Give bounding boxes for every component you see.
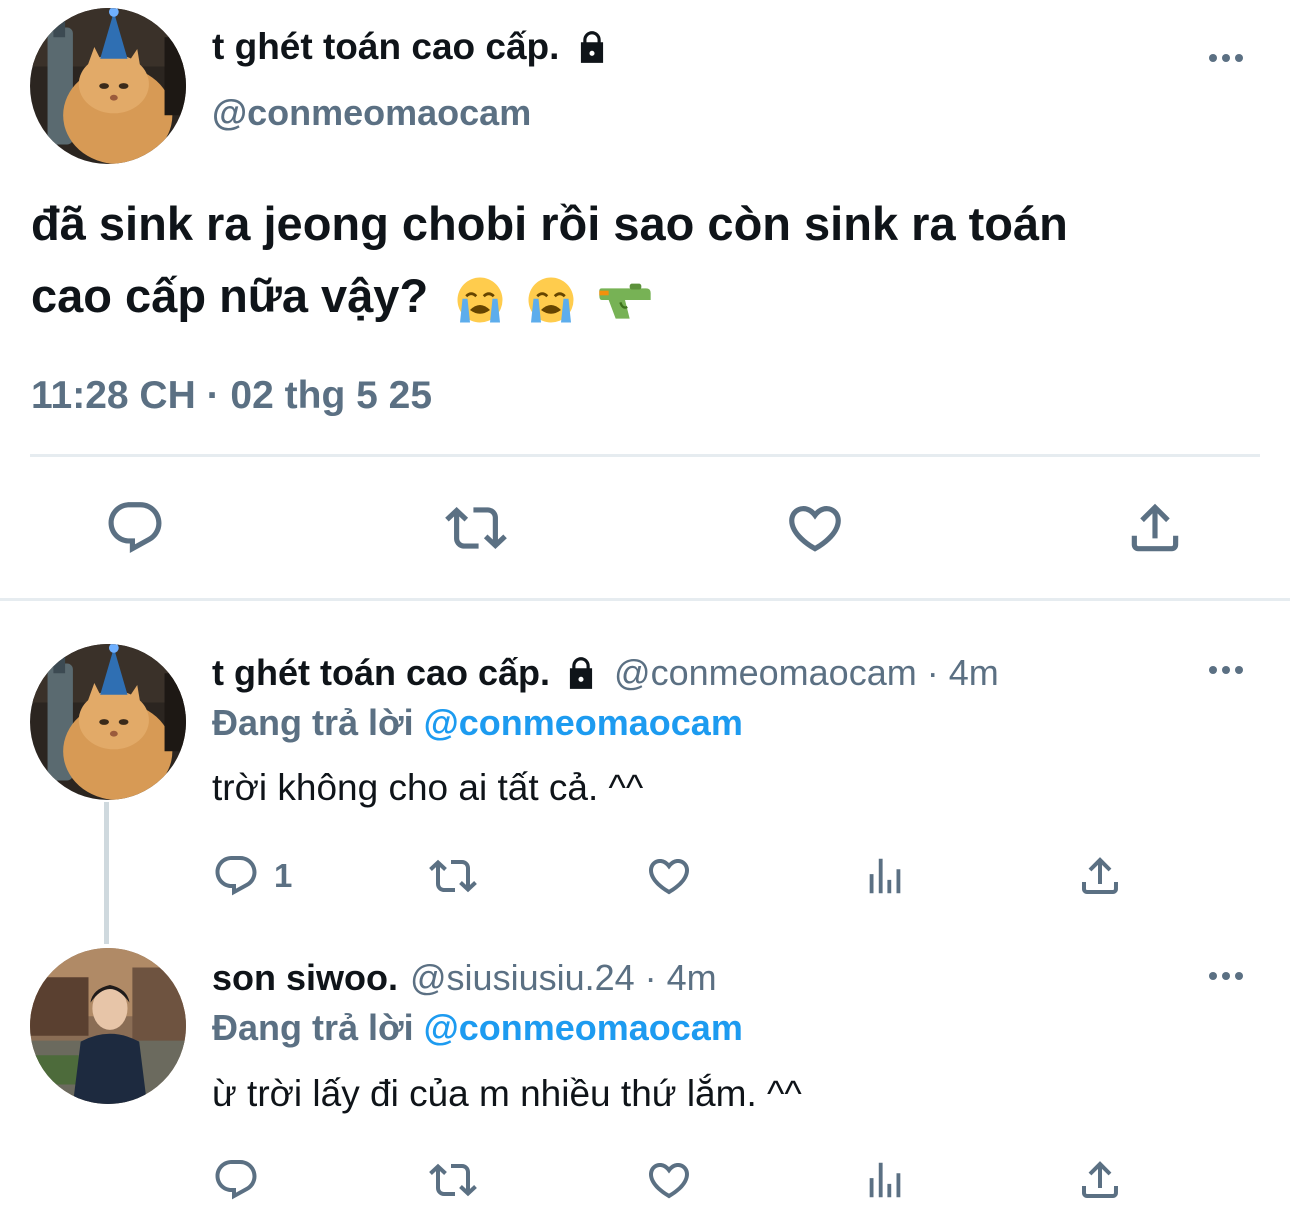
water-pistol-icon [597, 275, 653, 325]
share-button[interactable] [1076, 852, 1124, 900]
avatar[interactable] [30, 8, 186, 164]
tweet-timestamp[interactable]: 11:28 CH · 02 thg 5 25 [31, 374, 432, 418]
like-icon [645, 852, 693, 900]
retweet-icon [442, 497, 510, 559]
reply-button[interactable]: 1 [212, 852, 292, 900]
more-options-icon[interactable] [1209, 54, 1243, 62]
loudly-crying-face-icon [455, 275, 505, 325]
divider [30, 454, 1260, 457]
like-button[interactable] [645, 852, 693, 900]
section-separator [0, 598, 1290, 601]
handle-and-time: @conmeomaocam · 4m [614, 652, 999, 693]
share-button[interactable] [1124, 497, 1186, 559]
author-name[interactable]: t ghét toán cao cấp. [212, 26, 611, 68]
avatar[interactable] [30, 948, 186, 1104]
loudly-crying-face-icon [526, 275, 576, 325]
tweet-text-line: đã sink ra jeong chobi rồi sao còn sink … [31, 197, 1068, 250]
views-button[interactable] [862, 853, 908, 899]
share-icon [1076, 1156, 1124, 1204]
reply-header[interactable]: t ghét toán cao cấp. @conmeomaocam · 4m [212, 652, 999, 694]
tweet-text-line-2: cao cấp nữa vậy? [31, 260, 1271, 332]
display-name: t ghét toán cao cấp. [212, 26, 560, 67]
replying-prefix: Đang trả lời [212, 1007, 414, 1048]
author-handle[interactable]: @conmeomaocam [212, 92, 531, 134]
display-name: t ghét toán cao cấp. [212, 652, 551, 693]
views-icon [862, 853, 908, 899]
replying-to: Đang trả lời @conmeomaocam [212, 702, 743, 744]
views-icon [862, 1157, 908, 1203]
reply-text: ừ trời lấy đi của m nhiều thứ lắm. ^^ [212, 1073, 802, 1114]
share-icon [1124, 497, 1186, 559]
lock-icon [573, 28, 611, 66]
display-name: son siwoo. [212, 957, 399, 998]
reply-icon [212, 852, 260, 900]
like-button[interactable] [645, 1156, 693, 1204]
handle-and-time: @siusiusiu.24 · 4m [410, 957, 717, 998]
share-icon [1076, 852, 1124, 900]
retweet-button[interactable] [426, 1156, 480, 1204]
like-button[interactable] [784, 497, 846, 559]
reply-button[interactable] [212, 1156, 260, 1204]
share-button[interactable] [1076, 1156, 1124, 1204]
reply-icon [104, 497, 166, 559]
views-button[interactable] [862, 1157, 908, 1203]
retweet-button[interactable] [442, 497, 510, 559]
more-options-icon[interactable] [1209, 972, 1243, 980]
retweet-icon [426, 852, 480, 900]
mention-link[interactable]: @conmeomaocam [424, 1007, 743, 1048]
cat-party-hat-avatar-icon [30, 644, 186, 800]
tweet-text-segment: cao cấp nữa vậy? [31, 269, 429, 322]
reply-icon [212, 1156, 260, 1204]
more-options-icon[interactable] [1209, 666, 1243, 674]
replying-to: Đang trả lời @conmeomaocam [212, 1007, 743, 1049]
like-icon [645, 1156, 693, 1204]
mention-link[interactable]: @conmeomaocam [424, 702, 743, 743]
like-icon [784, 497, 846, 559]
reply-header[interactable]: son siwoo. @siusiusiu.24 · 4m [212, 957, 717, 999]
retweet-icon [426, 1156, 480, 1204]
retweet-button[interactable] [426, 852, 480, 900]
reply-count: 1 [274, 857, 293, 894]
person-street-avatar-icon [30, 948, 186, 1104]
tweet-text: đã sink ra jeong chobi rồi sao còn sink … [31, 188, 1271, 332]
cat-party-hat-avatar-icon [30, 8, 186, 164]
thread-line [104, 802, 109, 944]
avatar[interactable] [30, 644, 186, 800]
replying-prefix: Đang trả lời [212, 702, 414, 743]
reply-button[interactable] [104, 497, 166, 559]
reply-text: trời không cho ai tất cả. ^^ [212, 767, 644, 808]
lock-icon [562, 654, 600, 692]
